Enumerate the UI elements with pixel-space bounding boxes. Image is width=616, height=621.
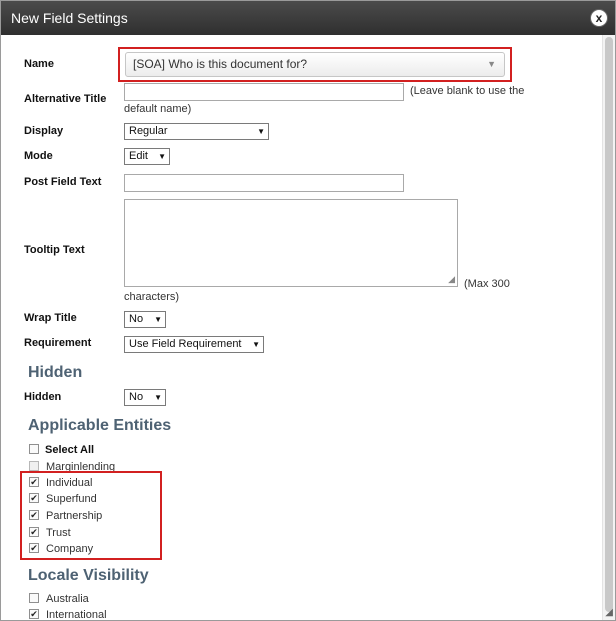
post-field-input[interactable]: [124, 174, 404, 192]
chevron-down-icon: ▼: [158, 152, 166, 161]
hidden-heading: Hidden: [28, 364, 83, 381]
requirement-select[interactable]: Use Field Requirement ▼: [124, 336, 264, 353]
entity-label-partnership: Partnership: [46, 510, 103, 522]
display-label: Display: [24, 125, 64, 137]
tooltip-textarea[interactable]: ◢: [124, 199, 458, 287]
title-bar: New Field Settings x: [1, 1, 615, 35]
wrap-title-select[interactable]: No ▼: [124, 311, 166, 328]
dialog-resize-grip-icon[interactable]: ◢: [605, 607, 613, 618]
tooltip-label: Tooltip Text: [24, 244, 85, 256]
tooltip-hint: (Max 300: [464, 278, 510, 290]
locale-checkbox-international[interactable]: ✔: [29, 609, 39, 619]
close-button[interactable]: x: [590, 9, 608, 27]
alt-title-hint: (Leave blank to use the: [410, 85, 525, 97]
entity-label-superfund: Superfund: [46, 493, 97, 505]
entity-label-individual: Individual: [46, 477, 93, 489]
field-settings-dialog: New Field Settings x Name [SOA] Who is t…: [0, 0, 616, 621]
dialog-title: New Field Settings: [11, 10, 128, 26]
entity-checkbox-trust[interactable]: ✔: [29, 527, 39, 537]
entity-checkbox-company[interactable]: ✔: [29, 543, 39, 553]
post-field-label: Post Field Text: [24, 176, 102, 188]
scrollbar-thumb[interactable]: [605, 37, 613, 612]
hidden-select-value: No: [129, 391, 144, 403]
alt-title-input[interactable]: [124, 83, 404, 101]
select-all-checkbox[interactable]: [29, 444, 39, 454]
alt-title-hint-cont: default name): [124, 103, 192, 115]
mode-select-value: Edit: [129, 150, 148, 162]
chevron-down-icon: ▼: [154, 393, 162, 402]
mode-label: Mode: [24, 150, 53, 162]
chevron-down-icon: ▼: [252, 340, 260, 349]
entity-label-trust: Trust: [46, 527, 71, 539]
tooltip-hint-cont: characters): [124, 291, 180, 303]
wrap-title-select-value: No: [129, 313, 144, 325]
locale-label-australia: Australia: [46, 593, 89, 605]
locale-checkbox-australia[interactable]: [29, 593, 39, 603]
vertical-scrollbar[interactable]: [602, 35, 615, 620]
entity-checkbox-superfund[interactable]: ✔: [29, 493, 39, 503]
name-label: Name: [24, 58, 54, 70]
name-select[interactable]: [SOA] Who is this document for? ▼: [125, 52, 505, 77]
display-select[interactable]: Regular ▼: [124, 123, 269, 140]
resize-grip-icon[interactable]: ◢: [448, 274, 455, 285]
entity-label-company: Company: [46, 543, 94, 555]
locale-label-international: International: [46, 609, 107, 621]
hidden-label: Hidden: [24, 391, 62, 403]
requirement-label: Requirement: [24, 337, 92, 349]
alt-title-label: Alternative Title: [24, 93, 107, 105]
mode-select[interactable]: Edit ▼: [124, 148, 170, 165]
entity-checkbox-partnership[interactable]: ✔: [29, 510, 39, 520]
requirement-select-value: Use Field Requirement: [129, 338, 242, 350]
locale-heading: Locale Visibility: [28, 567, 149, 584]
chevron-down-icon: ▼: [487, 59, 496, 69]
name-select-value: [SOA] Who is this document for?: [133, 57, 308, 71]
entity-checkbox-individual[interactable]: ✔: [29, 477, 39, 487]
chevron-down-icon: ▼: [257, 127, 265, 136]
entities-heading: Applicable Entities: [28, 417, 172, 434]
hidden-select[interactable]: No ▼: [124, 389, 166, 406]
display-select-value: Regular: [129, 125, 168, 137]
wrap-title-label: Wrap Title: [24, 312, 77, 324]
entity-checkbox-marginlending[interactable]: [29, 461, 39, 471]
chevron-down-icon: ▼: [154, 315, 162, 324]
select-all-label: Select All: [45, 444, 95, 456]
